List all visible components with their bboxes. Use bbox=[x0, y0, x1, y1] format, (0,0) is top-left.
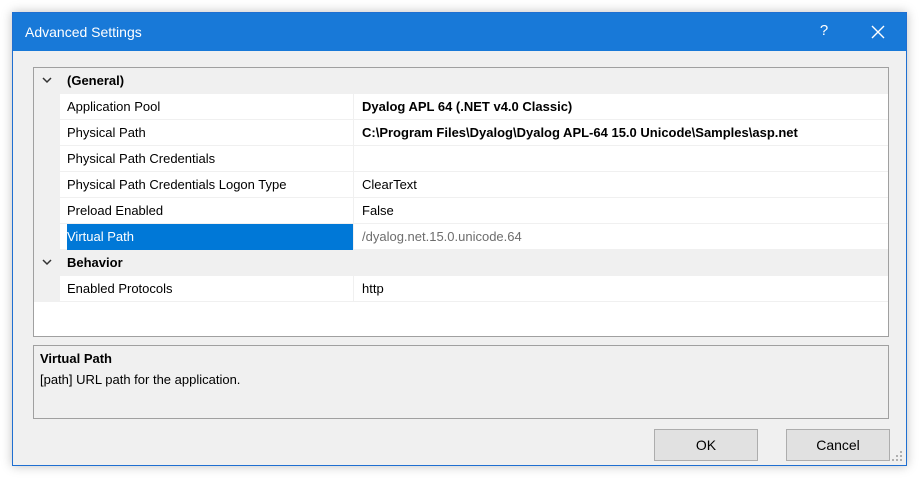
property-row-logon-type[interactable]: Physical Path Credentials Logon Type Cle… bbox=[34, 172, 888, 198]
property-name: Virtual Path bbox=[67, 224, 353, 250]
property-row-virtual-path[interactable]: Virtual Path /dyalog.net.15.0.unicode.64 bbox=[34, 224, 888, 250]
property-row-physical-path[interactable]: Physical Path C:\Program Files\Dyalog\Dy… bbox=[34, 120, 888, 146]
property-name: Physical Path Credentials Logon Type bbox=[67, 177, 287, 192]
close-button[interactable] bbox=[866, 20, 890, 44]
collapse-behavior-button[interactable] bbox=[40, 250, 56, 276]
property-value[interactable]: C:\Program Files\Dyalog\Dyalog APL-64 15… bbox=[353, 120, 888, 146]
close-icon bbox=[871, 25, 885, 39]
category-behavior[interactable]: Behavior bbox=[34, 250, 888, 276]
property-row-enabled-protocols[interactable]: Enabled Protocols http bbox=[34, 276, 888, 302]
property-value[interactable]: False bbox=[353, 198, 888, 224]
property-value[interactable]: http bbox=[353, 276, 888, 302]
property-value[interactable] bbox=[353, 146, 888, 172]
help-button[interactable]: ? bbox=[816, 22, 832, 39]
collapse-general-button[interactable] bbox=[40, 68, 56, 94]
title-bar[interactable]: Advanced Settings ? bbox=[13, 13, 906, 51]
property-grid[interactable]: (General) Application Pool Dyalog APL 64… bbox=[33, 67, 889, 337]
cancel-button[interactable]: Cancel bbox=[786, 429, 890, 461]
description-title: Virtual Path bbox=[40, 351, 113, 366]
category-label: (General) bbox=[67, 73, 125, 88]
property-name: Physical Path bbox=[67, 125, 146, 140]
property-name: Application Pool bbox=[67, 99, 161, 114]
chevron-down-icon bbox=[42, 259, 52, 266]
advanced-settings-dialog: Advanced Settings ? (General) Applicatio… bbox=[12, 12, 907, 466]
description-panel: Virtual Path [path] URL path for the app… bbox=[33, 345, 889, 419]
chevron-down-icon bbox=[42, 77, 52, 84]
property-row-application-pool[interactable]: Application Pool Dyalog APL 64 (.NET v4.… bbox=[34, 94, 888, 120]
property-name: Preload Enabled bbox=[67, 203, 164, 218]
property-row-preload-enabled[interactable]: Preload Enabled False bbox=[34, 198, 888, 224]
description-text: [path] URL path for the application. bbox=[40, 372, 241, 387]
ok-button[interactable]: OK bbox=[654, 429, 758, 461]
category-general[interactable]: (General) bbox=[34, 68, 888, 94]
category-label: Behavior bbox=[67, 255, 123, 270]
property-value[interactable]: ClearText bbox=[353, 172, 888, 198]
property-value[interactable]: Dyalog APL 64 (.NET v4.0 Classic) bbox=[353, 94, 888, 120]
dialog-title: Advanced Settings bbox=[25, 24, 142, 40]
resize-grip-icon[interactable] bbox=[891, 450, 903, 462]
property-row-physical-path-credentials[interactable]: Physical Path Credentials bbox=[34, 146, 888, 172]
property-value[interactable]: /dyalog.net.15.0.unicode.64 bbox=[353, 224, 888, 250]
property-name: Enabled Protocols bbox=[67, 281, 173, 296]
property-name: Physical Path Credentials bbox=[67, 151, 216, 166]
